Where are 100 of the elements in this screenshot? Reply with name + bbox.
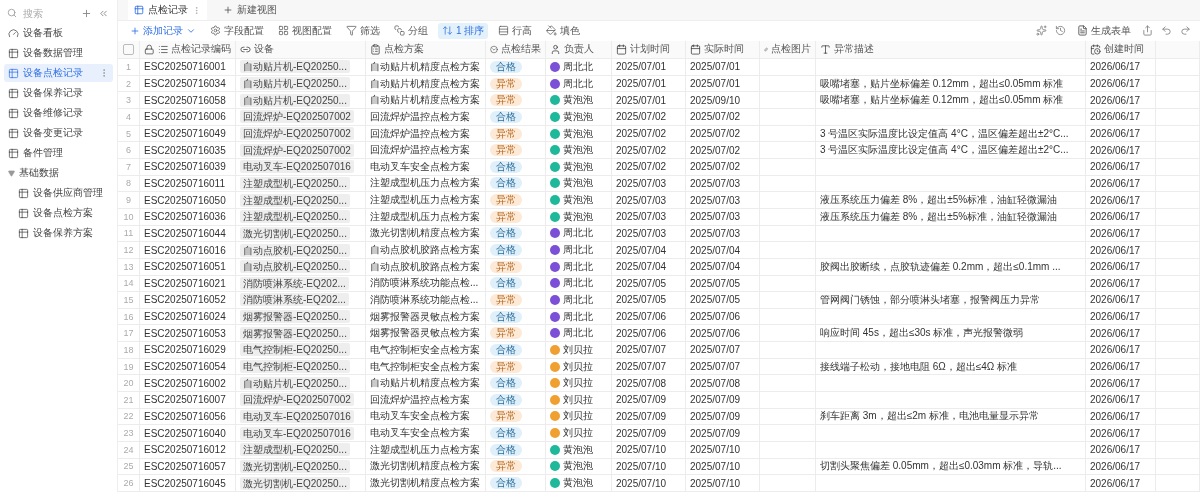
sparkle-icon[interactable] [1035,24,1048,38]
device-tag[interactable]: 激光切割机-EQ20250... [240,459,350,473]
column-header[interactable]: 异常描述 [834,42,874,57]
sidebar-item[interactable]: 设备变更记录 [4,124,113,142]
view-tab[interactable]: 点检记录 [128,0,207,20]
device-tag[interactable]: 激光切割机-EQ20250... [240,226,350,240]
column-header[interactable]: 点检结果 [501,42,541,57]
device-tag[interactable]: 自动点胶机-EQ20250... [240,243,350,257]
more-icon[interactable] [192,5,201,15]
device-tag[interactable]: 电气控制柜-EQ20250... [240,343,350,357]
toolbar-button[interactable]: 分组 [390,22,432,39]
device-tag[interactable]: 烟雾报警器-EQ20250... [240,310,350,324]
device-tag[interactable]: 注塑成型机-EQ20250... [240,443,350,457]
toolbar-button[interactable]: 字段配置 [206,22,268,39]
table-cell: 2025/07/10 [612,441,686,458]
table-cell: 2025/07/03 [612,192,686,208]
device-tag[interactable]: 回流焊炉-EQ202507002 [240,127,354,141]
device-tag[interactable]: 自动贴片机-EQ20250... [240,77,350,91]
column-header[interactable]: 设备 [254,42,274,57]
sidebar-item[interactable]: 设备保养记录 [4,84,113,102]
person-name: 周北北 [563,76,593,91]
column-header[interactable]: 点检记录编码 [171,42,231,57]
table-cell: 2026/06/17 [1086,75,1156,92]
device-tag[interactable]: 回流焊炉-EQ202507002 [240,143,354,157]
device-tag[interactable]: 回流焊炉-EQ202507002 [240,393,354,407]
device-tag[interactable]: 回流焊炉-EQ202507002 [240,110,354,124]
search-icon [7,8,17,18]
table-cell: 2025/07/09 [686,408,760,425]
sidebar-item[interactable]: 设备点检方案 [4,204,113,222]
column-header[interactable]: 点检图片 [771,42,811,57]
table-cell: 液压系统压力偏差 8%，超出±5%标准，油缸轻微漏油 [816,208,1086,225]
table-cell: 胶阀出胶断续，点胶轨迹偏差 0.2mm，超出≤0.1mm ... [816,258,1086,275]
status-tag: 异常 [490,410,522,423]
person-name: 周北北 [563,259,593,274]
table-cell: ESC20250716012 [140,441,236,458]
table-cell: ESC20250716050 [140,192,236,208]
table-cell: 2025/07/06 [686,325,760,342]
redo-icon[interactable] [1179,24,1192,38]
sidebar-item[interactable]: 设备看板 [4,24,113,42]
table-cell: 2026/06/17 [1086,208,1156,225]
undo-icon[interactable] [1160,24,1173,38]
device-tag[interactable]: 注塑成型机-EQ20250... [240,176,350,190]
sidebar-item[interactable]: 基础数据 [4,164,113,182]
toolbar-button[interactable]: 行高 [494,22,537,39]
table-cell: 2026/06/17 [1086,475,1156,491]
device-tag[interactable]: 电动叉车-EQ202507016 [240,409,354,423]
table-cell: 2025/07/08 [612,375,686,391]
device-tag[interactable]: 消防喷淋系统-EQ202... [240,276,349,290]
table-cell: 2025/07/02 [612,142,686,158]
table-cell: 2026/06/17 [1086,308,1156,325]
table-cell: 2026/06/17 [1086,375,1156,391]
device-tag[interactable]: 注塑成型机-EQ20250... [240,210,350,224]
history-icon[interactable] [1054,24,1067,38]
device-tag[interactable]: 激光切割机-EQ20250... [240,476,350,490]
table-cell: 2025/07/01 [686,75,760,92]
device-tag[interactable]: 电动叉车-EQ202507016 [240,160,354,174]
generate-form-button[interactable]: 生成表单 [1073,22,1135,39]
toolbar-button[interactable]: 视图配置 [274,22,336,39]
device-tag[interactable]: 电气控制柜-EQ20250... [240,360,350,373]
device-tag[interactable]: 自动点胶机-EQ20250... [240,260,350,274]
add-record-button[interactable]: 添加记录 [126,22,200,39]
person-name: 周北北 [563,226,593,241]
checkbox[interactable] [123,43,134,55]
device-tag[interactable]: 自动贴片机-EQ20250... [240,93,350,107]
person-name: 周北北 [563,243,593,258]
column-header[interactable]: 创建时间 [1104,42,1144,57]
device-tag[interactable]: 电动叉车-EQ202507016 [240,426,354,440]
view-tab[interactable]: 新建视图 [217,0,283,20]
toolbar-button[interactable]: 填色 [542,22,585,39]
toolbar-button[interactable]: 筛选 [342,22,384,39]
calendar-icon [690,43,701,55]
table-cell: 2025/07/01 [686,59,760,75]
share-icon[interactable] [1141,24,1154,38]
table-cell: 2025/07/02 [612,109,686,125]
person-name: 周北北 [563,60,593,74]
device-tag[interactable]: 自动贴片机-EQ20250... [240,60,350,74]
table-cell: 回流焊炉温控点检方案 [366,109,486,125]
table-cell: 2025/07/06 [612,308,686,325]
row-number: 3 [118,92,140,109]
table-cell: 液压系统压力偏差 8%，超出±5%标准，油缸轻微漏油 [816,192,1086,208]
table-cell: 注塑成型机压力点检方案 [366,192,486,208]
column-header[interactable]: 点检方案 [384,42,424,57]
column-header[interactable]: 计划时间 [630,42,670,57]
device-tag[interactable]: 烟雾报警器-EQ20250... [240,326,350,340]
toolbar-button[interactable]: 1 排序 [438,22,489,39]
device-tag[interactable]: 自动贴片机-EQ20250... [240,376,350,390]
column-header[interactable]: 负责人 [564,42,594,57]
device-tag[interactable]: 消防喷淋系统-EQ202... [240,293,349,307]
column-header[interactable]: 实际时间 [704,42,744,57]
table-cell: 2026/06/17 [1086,408,1156,425]
table-cell: 2026/06/17 [1086,441,1156,458]
sidebar-item[interactable]: 设备数据管理 [4,44,113,62]
sidebar-item[interactable]: 设备维修记录 [4,104,113,122]
sidebar-item[interactable]: 备件管理 [4,144,113,162]
sidebar-item[interactable]: 设备供应商管理 [4,184,113,202]
row-number: 4 [118,109,140,125]
device-tag[interactable]: 注塑成型机-EQ20250... [240,193,350,207]
search-field[interactable]: 搜索 [21,6,76,20]
sidebar-item[interactable]: 设备保养方案 [4,224,113,242]
sidebar-item[interactable]: 设备点检记录 [4,64,113,82]
